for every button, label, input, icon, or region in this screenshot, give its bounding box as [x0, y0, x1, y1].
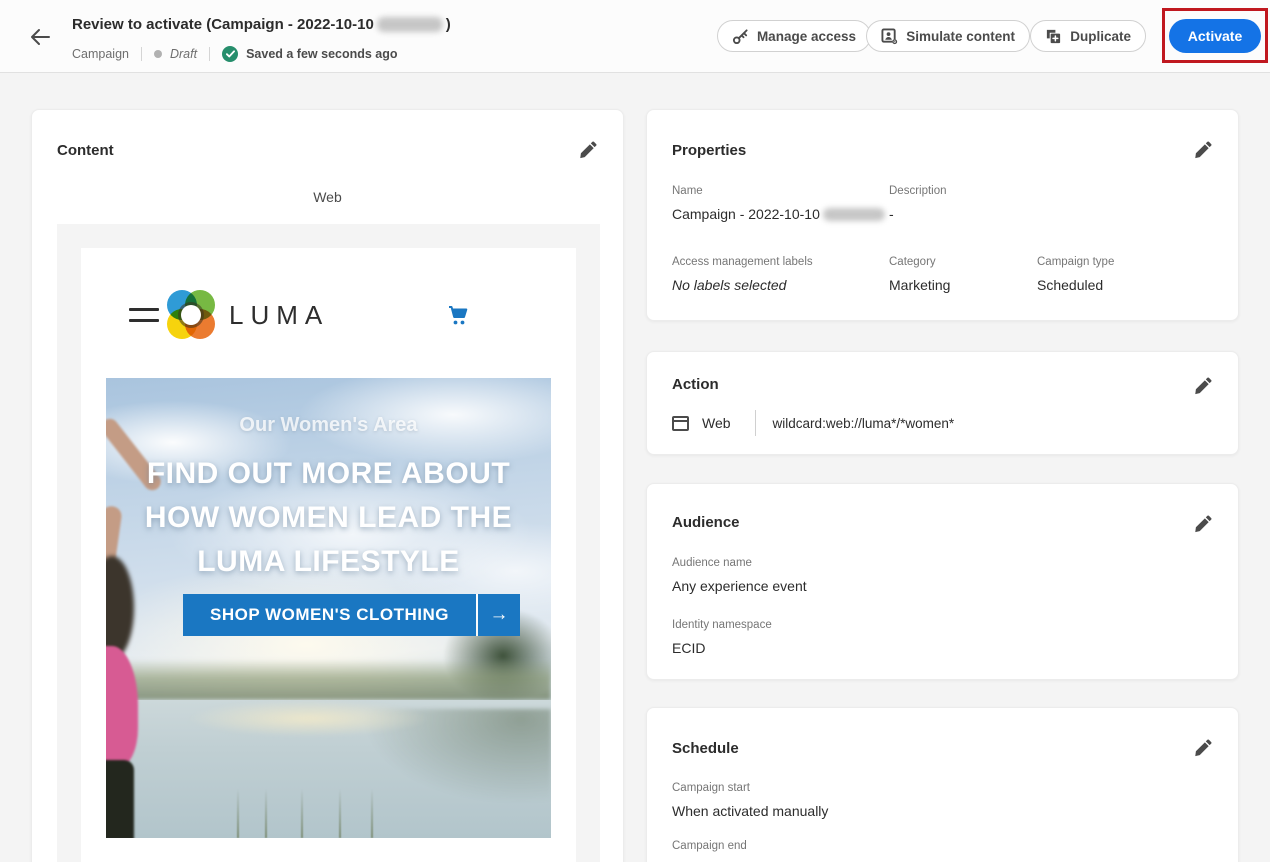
field-access-labels: Access management labels No labels selec…: [672, 256, 813, 293]
hero-grass: [230, 780, 381, 838]
access-labels-value: No labels selected: [672, 277, 787, 293]
saved-status-text: Saved a few seconds ago: [246, 47, 398, 61]
simulate-content-label: Simulate content: [906, 28, 1015, 44]
edit-pencil-icon: [1195, 140, 1212, 158]
field-campaign-end: Campaign end: [672, 840, 747, 852]
entity-type-label: Campaign: [72, 47, 129, 61]
field-description: Description -: [889, 185, 947, 222]
web-preview: LUMA Our Women's Area FIND OUT MORE ABOU…: [81, 248, 576, 862]
saved-check-icon: [222, 46, 239, 62]
name-value: Campaign - 2022-10-10: [672, 206, 820, 222]
edit-pencil-icon: [1195, 514, 1212, 532]
shop-womens-clothing-button[interactable]: SHOP WOMEN'S CLOTHING →: [183, 594, 521, 636]
action-row: Web wildcard:web://luma*/*women*: [672, 410, 954, 436]
simulate-content-icon: [881, 27, 898, 44]
page-title-suffix: ): [445, 16, 451, 33]
edit-action-button[interactable]: [1194, 374, 1216, 396]
action-card: Action Web wildcard:web://luma*/*women*: [646, 351, 1239, 455]
campaign-type-value: Scheduled: [1037, 277, 1104, 293]
field-campaign-start: Campaign start When activated manually: [672, 782, 829, 819]
hero-treeline: [106, 658, 551, 700]
key-icon: [732, 28, 748, 44]
back-arrow-icon: [31, 29, 50, 45]
description-value: -: [889, 206, 894, 222]
cart-icon[interactable]: [446, 304, 470, 328]
page-title-text: Review to activate (Campaign - 2022-10-1…: [72, 16, 374, 33]
content-card-title: Content: [57, 142, 114, 159]
page-subtitle: Campaign Draft Saved a few seconds ago: [72, 46, 398, 62]
field-campaign-type: Campaign type Scheduled: [1037, 256, 1115, 293]
divider: [140, 47, 142, 61]
manage-access-button[interactable]: Manage access: [716, 20, 871, 52]
edit-content-button[interactable]: [579, 138, 601, 160]
simulate-content-button[interactable]: Simulate content: [866, 20, 1030, 52]
schedule-card: Schedule Campaign start When activated m…: [646, 707, 1239, 862]
field-category: Category Marketing: [889, 256, 951, 293]
hero-sun-glint: [186, 700, 431, 737]
properties-card: Properties Name Campaign - 2022-10-10 De…: [646, 109, 1239, 321]
hero-headline: FIND OUT MORE ABOUT HOW WOMEN LEAD THE L…: [144, 457, 513, 578]
hero-eyebrow: Our Women's Area: [239, 414, 418, 436]
cta-label: SHOP WOMEN'S CLOTHING: [183, 594, 477, 636]
hamburger-menu-icon[interactable]: [129, 308, 159, 322]
arrow-right-icon: →: [478, 594, 521, 636]
activate-button[interactable]: Activate: [1168, 18, 1262, 53]
status-badge: Draft: [169, 47, 198, 61]
edit-audience-button[interactable]: [1194, 512, 1216, 534]
category-value: Marketing: [889, 277, 951, 293]
audience-card-title: Audience: [672, 514, 740, 531]
content-card: Content Web LUMA Our Women's Area FIND O…: [31, 109, 624, 862]
edit-pencil-icon: [1195, 376, 1212, 394]
duplicate-icon: [1047, 29, 1061, 43]
activate-highlight-annotation: Activate: [1162, 8, 1268, 63]
audience-name-value: Any experience event: [672, 578, 807, 594]
action-channel-label: Web: [702, 415, 731, 431]
manage-access-label: Manage access: [756, 28, 856, 44]
campaign-start-value: When activated manually: [672, 803, 829, 819]
field-name: Name Campaign - 2022-10-10: [672, 185, 888, 222]
identity-namespace-value: ECID: [672, 640, 706, 656]
status-dot-icon: [153, 50, 162, 58]
field-identity-namespace: Identity namespace ECID: [672, 619, 772, 656]
duplicate-label: Duplicate: [1070, 28, 1131, 44]
browser-icon: [672, 415, 689, 431]
duplicate-button[interactable]: Duplicate: [1030, 20, 1146, 52]
edit-schedule-button[interactable]: [1194, 736, 1216, 758]
hero-banner: Our Women's Area FIND OUT MORE ABOUT HOW…: [106, 378, 551, 838]
schedule-card-title: Schedule: [672, 740, 739, 757]
edit-properties-button[interactable]: [1194, 138, 1216, 160]
top-bar: Review to activate (Campaign - 2022-10-1…: [0, 0, 1270, 73]
redacted-name-blob: [822, 207, 885, 221]
audience-card: Audience Audience name Any experience ev…: [646, 483, 1239, 680]
properties-card-title: Properties: [672, 142, 747, 159]
luma-wordmark: LUMA: [229, 300, 330, 330]
content-preview-panel: LUMA Our Women's Area FIND OUT MORE ABOU…: [57, 224, 600, 862]
luma-site-header: LUMA: [81, 248, 576, 378]
field-audience-name: Audience name Any experience event: [672, 557, 807, 594]
action-url-value: wildcard:web://luma*/*women*: [772, 415, 955, 431]
edit-pencil-icon: [580, 140, 597, 158]
back-button[interactable]: [28, 24, 54, 50]
channel-tab-web[interactable]: Web: [32, 189, 623, 205]
edit-pencil-icon: [1195, 738, 1212, 756]
action-card-title: Action: [672, 376, 719, 393]
divider: [754, 410, 756, 436]
divider: [209, 47, 211, 61]
luma-logo: [166, 290, 216, 340]
campaign-review-page: Review to activate (Campaign - 2022-10-1…: [0, 0, 1270, 862]
redacted-title-blob: [376, 17, 443, 32]
page-title: Review to activate (Campaign - 2022-10-1…: [72, 16, 451, 33]
